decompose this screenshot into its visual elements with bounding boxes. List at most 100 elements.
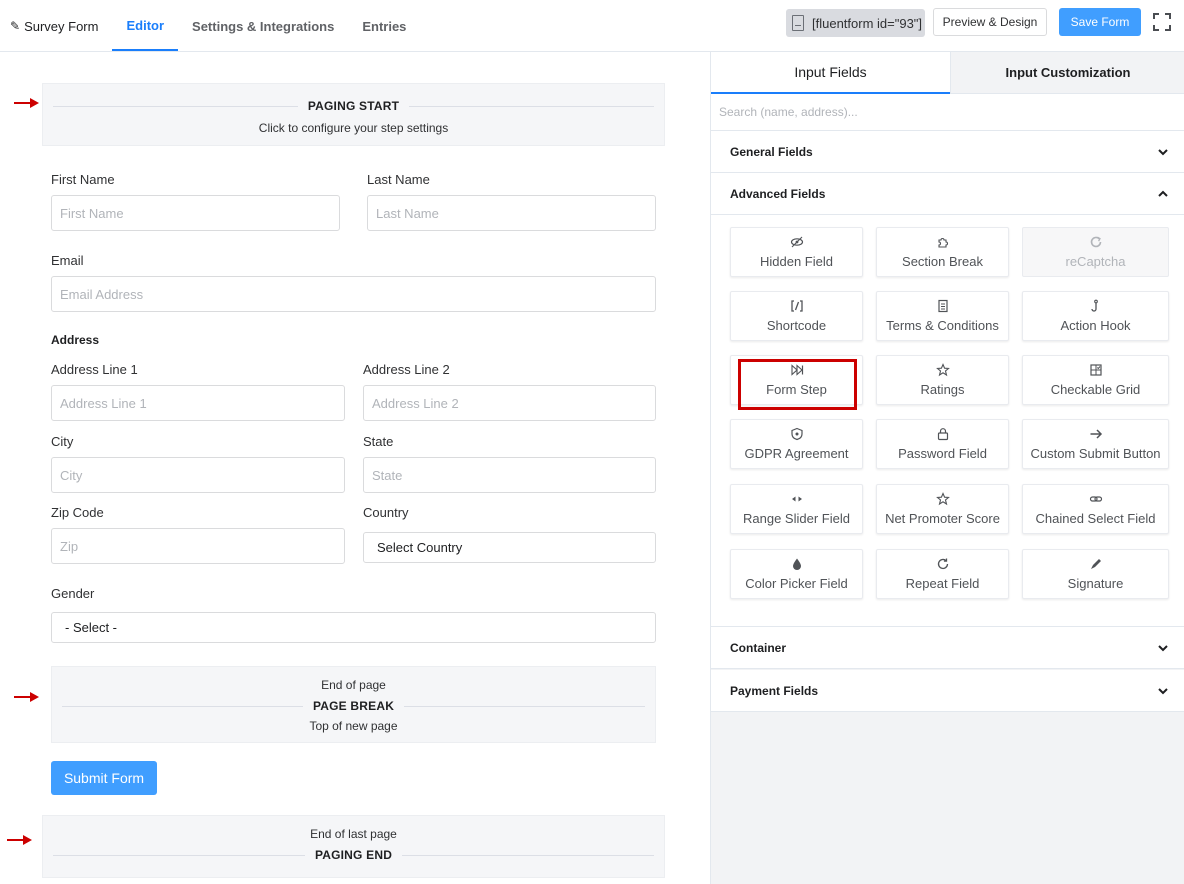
section-container-label: Container bbox=[730, 640, 787, 655]
pencil-icon: ✎ bbox=[10, 19, 21, 33]
field-chained-select[interactable]: Chained Select Field bbox=[1022, 484, 1169, 534]
tab-entries[interactable]: Entries bbox=[348, 0, 420, 52]
field-label: GDPR Agreement bbox=[744, 446, 849, 461]
document-icon bbox=[936, 299, 950, 313]
sidebar-tabs: Input Fields Input Customization bbox=[711, 52, 1184, 94]
shield-icon bbox=[790, 427, 804, 441]
gender-label: Gender bbox=[51, 586, 95, 601]
shortcode-text: [fluentform id="93"] bbox=[812, 15, 923, 31]
form-title[interactable]: ✎ Survey Form bbox=[0, 0, 112, 52]
country-label: Country bbox=[363, 505, 409, 520]
field-label: Chained Select Field bbox=[1035, 511, 1156, 526]
lock-icon bbox=[936, 427, 950, 441]
section-general-fields[interactable]: General Fields bbox=[711, 131, 1184, 173]
field-net-promoter-score[interactable]: Net Promoter Score bbox=[876, 484, 1009, 534]
country-select[interactable]: Select Country bbox=[363, 532, 656, 563]
field-label: Custom Submit Button bbox=[1030, 446, 1161, 461]
annotation-highlight-box bbox=[738, 359, 857, 410]
shortcode-copy[interactable]: [fluentform id="93"] bbox=[786, 9, 925, 37]
page-break-block[interactable]: End of page PAGE BREAK Top of new page bbox=[51, 666, 656, 743]
field-label: Net Promoter Score bbox=[885, 511, 1000, 526]
advanced-fields-grid: Hidden Field Section Break reCaptcha Sho… bbox=[711, 215, 1184, 627]
field-label: Checkable Grid bbox=[1050, 382, 1141, 397]
annotation-arrow-icon bbox=[7, 835, 32, 845]
first-name-input[interactable]: First Name bbox=[51, 195, 340, 231]
shortcode-icon bbox=[790, 299, 804, 313]
field-shortcode[interactable]: Shortcode bbox=[730, 291, 863, 341]
section-payment-fields[interactable]: Payment Fields bbox=[711, 670, 1184, 712]
annotation-arrow-icon bbox=[14, 692, 39, 702]
field-repeat[interactable]: Repeat Field bbox=[876, 549, 1009, 599]
paging-start-subtitle: Click to configure your step settings bbox=[258, 121, 449, 135]
zip-code-label: Zip Code bbox=[51, 505, 104, 520]
form-title-label: Survey Form bbox=[24, 18, 99, 34]
paging-start-block[interactable]: PAGING START Click to configure your ste… bbox=[42, 83, 665, 146]
field-label: Signature bbox=[1067, 576, 1124, 591]
star-icon bbox=[935, 492, 950, 506]
field-recaptcha[interactable]: reCaptcha bbox=[1022, 227, 1169, 277]
field-label: Section Break bbox=[902, 254, 983, 269]
tab-input-fields[interactable]: Input Fields bbox=[711, 52, 950, 94]
field-color-picker[interactable]: Color Picker Field bbox=[730, 549, 863, 599]
address-line1-input[interactable]: Address Line 1 bbox=[51, 385, 345, 421]
field-label: Hidden Field bbox=[760, 254, 833, 269]
state-label: State bbox=[363, 434, 394, 449]
tab-input-customization[interactable]: Input Customization bbox=[950, 52, 1184, 94]
section-general-fields-label: General Fields bbox=[730, 144, 813, 159]
field-sidebar: Input Fields Input Customization Search … bbox=[710, 52, 1184, 884]
section-container[interactable]: Container bbox=[711, 627, 1184, 669]
email-input[interactable]: Email Address bbox=[51, 276, 656, 312]
city-input[interactable]: City bbox=[51, 457, 345, 493]
grid-check-icon bbox=[1089, 363, 1103, 377]
field-label: Color Picker Field bbox=[745, 576, 848, 591]
hook-icon bbox=[1089, 299, 1103, 313]
zip-code-input[interactable]: Zip bbox=[51, 528, 345, 564]
top-bar: ✎ Survey Form Editor Settings & Integrat… bbox=[0, 0, 1184, 52]
field-signature[interactable]: Signature bbox=[1022, 549, 1169, 599]
field-label: Action Hook bbox=[1060, 318, 1131, 333]
page-break-bottom-text: Top of new page bbox=[309, 719, 398, 733]
paging-start-title: PAGING START bbox=[297, 99, 410, 113]
address-line2-input[interactable]: Address Line 2 bbox=[363, 385, 656, 421]
preview-design-button[interactable]: Preview & Design bbox=[933, 8, 1047, 36]
field-checkable-grid[interactable]: Checkable Grid bbox=[1022, 355, 1169, 405]
submit-form-button[interactable]: Submit Form bbox=[51, 761, 157, 795]
email-label: Email bbox=[51, 253, 84, 268]
gender-select[interactable]: - Select - bbox=[51, 612, 656, 643]
editor-nav: ✎ Survey Form Editor Settings & Integrat… bbox=[0, 0, 420, 52]
last-name-input[interactable]: Last Name bbox=[367, 195, 656, 231]
fullscreen-icon[interactable] bbox=[1152, 12, 1172, 32]
form-editor-canvas: PAGING START Click to configure your ste… bbox=[0, 52, 710, 884]
field-terms-conditions[interactable]: Terms & Conditions bbox=[876, 291, 1009, 341]
annotation-arrow-icon bbox=[14, 98, 39, 108]
city-label: City bbox=[51, 434, 74, 449]
address-line1-label: Address Line 1 bbox=[51, 362, 138, 377]
save-form-button[interactable]: Save Form bbox=[1059, 8, 1141, 36]
field-range-slider[interactable]: Range Slider Field bbox=[730, 484, 863, 534]
puzzle-icon bbox=[936, 235, 950, 249]
field-custom-submit-button[interactable]: Custom Submit Button bbox=[1022, 419, 1169, 469]
chevron-up-icon bbox=[1158, 190, 1168, 197]
last-name-label: Last Name bbox=[367, 172, 430, 187]
repeat-icon bbox=[936, 557, 950, 571]
section-advanced-fields[interactable]: Advanced Fields bbox=[711, 173, 1184, 215]
state-input[interactable]: State bbox=[363, 457, 656, 493]
field-label: Range Slider Field bbox=[743, 511, 850, 526]
field-section-break[interactable]: Section Break bbox=[876, 227, 1009, 277]
field-action-hook[interactable]: Action Hook bbox=[1022, 291, 1169, 341]
field-label: Terms & Conditions bbox=[886, 318, 999, 333]
star-icon bbox=[935, 363, 950, 377]
tab-editor[interactable]: Editor bbox=[112, 0, 179, 51]
field-ratings[interactable]: Ratings bbox=[876, 355, 1009, 405]
tab-settings-integrations[interactable]: Settings & Integrations bbox=[178, 0, 348, 52]
field-search-input[interactable]: Search (name, address)... bbox=[711, 94, 1184, 131]
field-label: Shortcode bbox=[766, 318, 827, 333]
field-hidden-field[interactable]: Hidden Field bbox=[730, 227, 863, 277]
paging-end-block[interactable]: End of last page PAGING END bbox=[42, 815, 665, 878]
section-payment-fields-label: Payment Fields bbox=[730, 683, 819, 698]
field-gdpr-agreement[interactable]: GDPR Agreement bbox=[730, 419, 863, 469]
field-password[interactable]: Password Field bbox=[876, 419, 1009, 469]
paging-end-top-text: End of last page bbox=[310, 827, 397, 841]
address-line2-label: Address Line 2 bbox=[363, 362, 450, 377]
field-label: Ratings bbox=[920, 382, 965, 397]
